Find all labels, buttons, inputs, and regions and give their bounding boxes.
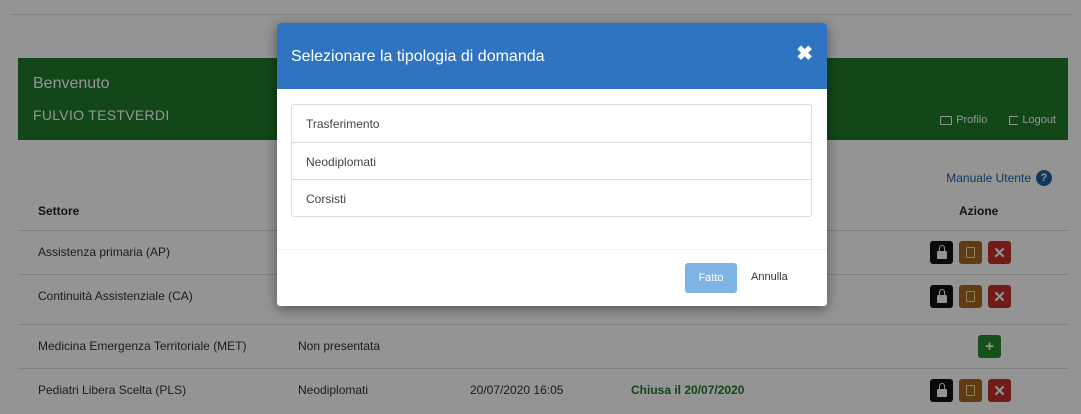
option-trasferimento[interactable]: Trasferimento [292, 105, 811, 142]
cancel-button[interactable]: Annulla [751, 271, 788, 283]
close-icon[interactable]: ✖ [796, 41, 813, 66]
dialog-title: Selezionare la tipologia di domanda [291, 48, 545, 65]
option-corsisti[interactable]: Corsisti [292, 179, 811, 216]
option-neodiplomati[interactable]: Neodiplomati [292, 142, 811, 179]
dialog-header: Selezionare la tipologia di domanda ✖ [277, 23, 827, 89]
application-type-dialog: Selezionare la tipologia di domanda ✖ Tr… [277, 23, 827, 306]
dialog-footer: Fatto Annulla [277, 249, 827, 306]
application-type-list: Trasferimento Neodiplomati Corsisti [291, 104, 812, 217]
done-button[interactable]: Fatto [685, 263, 737, 293]
